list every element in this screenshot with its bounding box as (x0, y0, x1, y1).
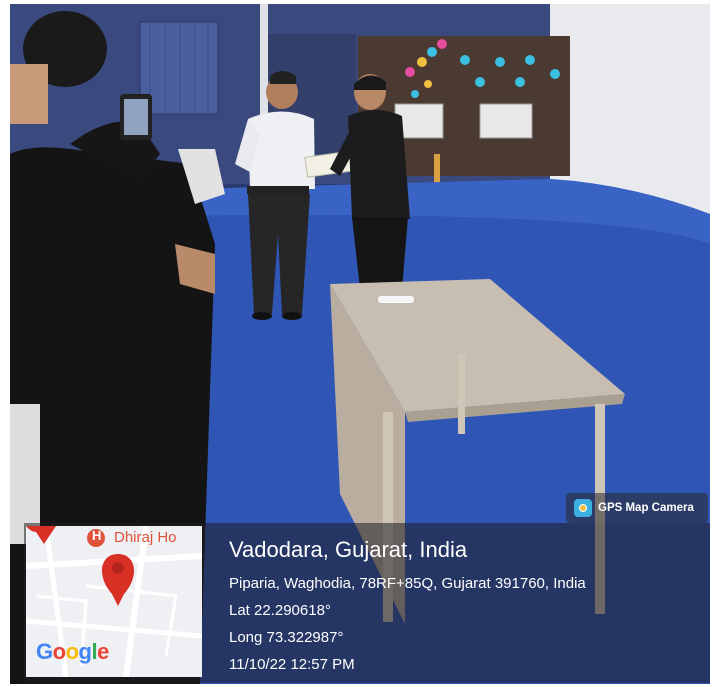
mini-map: H Dhiraj Ho Google (26, 526, 202, 677)
poi-label: Dhiraj Ho (114, 529, 177, 546)
photo-frame: GPS Map Camera H Dhiraj Ho Google Vadoda… (10, 4, 710, 684)
badge-label: GPS Map Camera (598, 502, 694, 514)
google-logo-letter: g (78, 639, 92, 664)
gps-camera-badge: GPS Map Camera (566, 493, 708, 523)
google-logo: Google (36, 639, 109, 665)
location-title: Vadodara, Gujarat, India (229, 537, 468, 562)
latitude: Lat 22.290618° (229, 602, 331, 619)
google-logo-letter: e (97, 639, 109, 664)
remote (378, 296, 414, 303)
google-logo-letter: o (52, 639, 66, 664)
screen-right (479, 103, 533, 139)
poi-letter: H (92, 528, 102, 543)
camera-icon (574, 499, 592, 517)
location-info: Vadodara, Gujarat, India Piparia, Waghod… (229, 523, 709, 673)
google-logo-letter: G (36, 639, 53, 664)
longitude: Long 73.322987° (229, 629, 344, 646)
google-logo-letter: o (65, 639, 79, 664)
address-line: Piparia, Waghodia, 78RF+85Q, Gujarat 391… (229, 575, 586, 592)
phone-screen (124, 99, 148, 135)
datetime: 11/10/22 12:57 PM (229, 656, 355, 673)
geotag-overlay: H Dhiraj Ho Google Vadodara, Gujarat, In… (24, 523, 710, 683)
brass-lamp (434, 154, 440, 184)
